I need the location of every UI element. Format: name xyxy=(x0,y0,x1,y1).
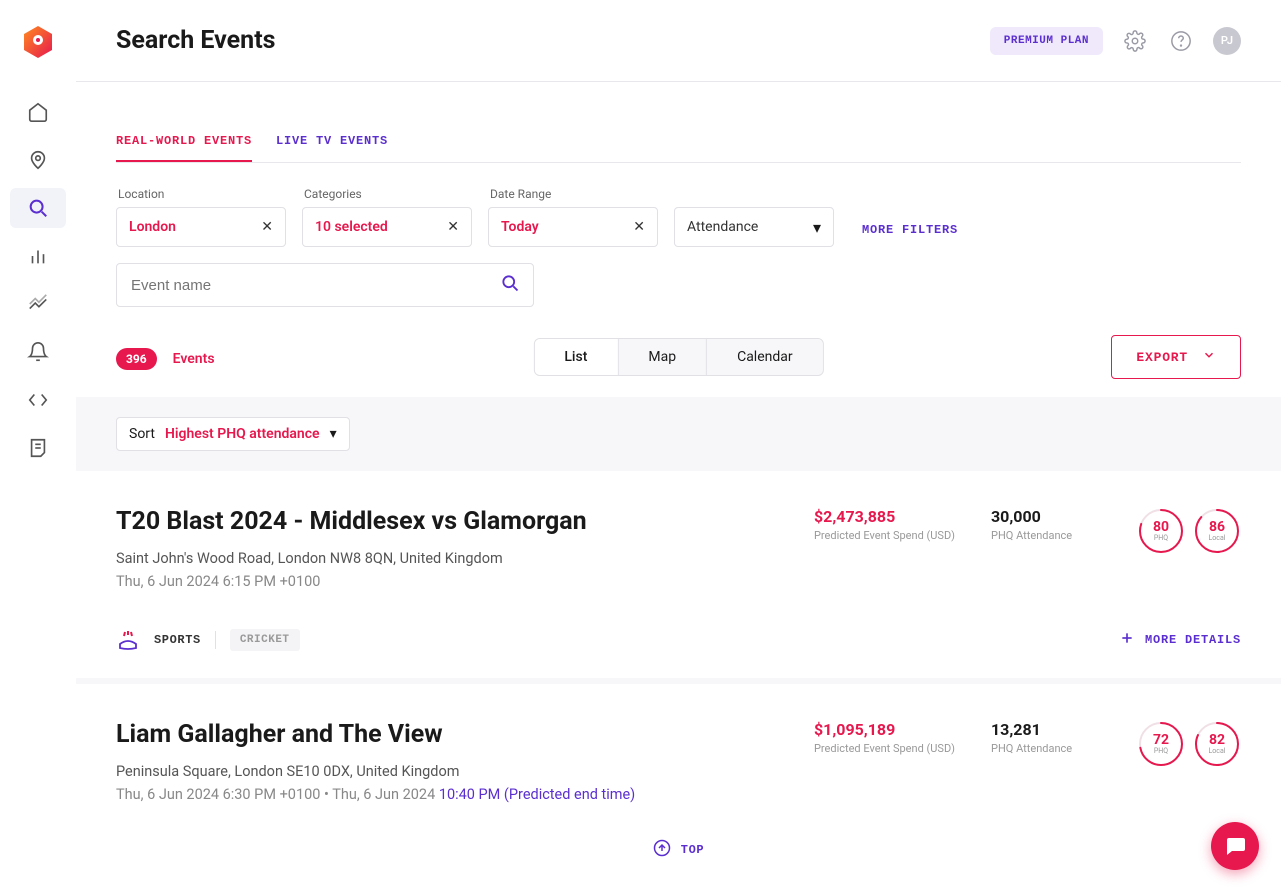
event-title[interactable]: T20 Blast 2024 - Middlesex vs Glamorgan xyxy=(116,507,814,536)
sidebar xyxy=(0,0,76,892)
chevron-down-icon: ▾ xyxy=(813,218,821,237)
view-calendar-button[interactable]: Calendar xyxy=(707,339,823,375)
topbar: Search Events PREMIUM PLAN PJ xyxy=(76,0,1281,82)
phq-attendance-label: PHQ Attendance xyxy=(991,741,1101,756)
local-ring: 86Local xyxy=(1193,507,1241,555)
phq-ring: 80PHQ xyxy=(1137,507,1185,555)
event-card: T20 Blast 2024 - Middlesex vs Glamorgan … xyxy=(76,471,1281,684)
event-time: Thu, 6 Jun 2024 6:15 PM +0100 xyxy=(116,573,814,590)
back-to-top-button[interactable]: TOP xyxy=(116,813,1241,887)
events-label: Events xyxy=(173,351,215,367)
chat-fab[interactable] xyxy=(1211,822,1259,870)
event-card: Liam Gallagher and The View Peninsula Sq… xyxy=(76,684,1281,813)
sort-select[interactable]: Sort Highest PHQ attendance ▾ xyxy=(116,417,350,451)
nav-code[interactable] xyxy=(10,380,66,420)
nav-notifications[interactable] xyxy=(10,332,66,372)
results-count-badge: 396 xyxy=(116,348,157,370)
export-button[interactable]: EXPORT xyxy=(1111,335,1241,379)
filter-daterange[interactable]: Today ✕ xyxy=(488,207,658,247)
page-title: Search Events xyxy=(116,26,276,55)
filter-categories[interactable]: 10 selected ✕ xyxy=(302,207,472,247)
settings-icon[interactable] xyxy=(1121,27,1149,55)
premium-badge[interactable]: PREMIUM PLAN xyxy=(990,27,1103,55)
view-map-button[interactable]: Map xyxy=(618,339,707,375)
close-icon[interactable]: ✕ xyxy=(261,219,273,235)
filter-categories-label: Categories xyxy=(302,187,472,201)
help-icon[interactable] xyxy=(1167,27,1195,55)
filter-location[interactable]: London ✕ xyxy=(116,207,286,247)
view-toggle: List Map Calendar xyxy=(533,338,823,376)
event-title[interactable]: Liam Gallagher and The View xyxy=(116,720,814,749)
event-time: Thu, 6 Jun 2024 6:30 PM +0100 • Thu, 6 J… xyxy=(116,786,814,803)
tab-real-world-events[interactable]: REAL-WORLD EVENTS xyxy=(116,122,252,162)
phq-attendance-value: 30,000 xyxy=(991,507,1101,526)
close-icon[interactable]: ✕ xyxy=(633,219,645,235)
view-list-button[interactable]: List xyxy=(534,339,618,375)
more-filters-button[interactable]: MORE FILTERS xyxy=(862,223,958,247)
nav-home[interactable] xyxy=(10,92,66,132)
predicted-spend-label: Predicted Event Spend (USD) xyxy=(814,741,955,756)
chevron-down-icon: ▾ xyxy=(330,426,337,442)
category-tag: CRICKET xyxy=(230,629,300,651)
nav-analytics[interactable] xyxy=(10,236,66,276)
tab-live-tv-events[interactable]: LIVE TV EVENTS xyxy=(276,122,388,162)
event-name-input[interactable] xyxy=(116,263,534,307)
predicted-spend-value: $1,095,189 xyxy=(814,720,955,739)
filter-location-label: Location xyxy=(116,187,286,201)
phq-attendance-label: PHQ Attendance xyxy=(991,528,1101,543)
nav-location[interactable] xyxy=(10,140,66,180)
local-ring: 82Local xyxy=(1193,720,1241,768)
predicted-spend-label: Predicted Event Spend (USD) xyxy=(814,528,955,543)
more-details-button[interactable]: MORE DETAILS xyxy=(1119,630,1241,650)
sports-icon xyxy=(116,628,140,652)
chevron-down-icon xyxy=(1202,348,1216,366)
category-main: SPORTS xyxy=(154,633,201,647)
close-icon[interactable]: ✕ xyxy=(447,219,459,235)
phq-attendance-value: 13,281 xyxy=(991,720,1101,739)
event-location: Saint John's Wood Road, London NW8 8QN, … xyxy=(116,550,814,567)
logo xyxy=(20,24,56,60)
nav-notes[interactable] xyxy=(10,428,66,468)
tabs: REAL-WORLD EVENTS LIVE TV EVENTS xyxy=(116,122,1241,163)
plus-icon xyxy=(1119,630,1135,650)
event-location: Peninsula Square, London SE10 0DX, Unite… xyxy=(116,763,814,780)
nav-trends[interactable] xyxy=(10,284,66,324)
arrow-up-circle-icon xyxy=(653,839,671,861)
filter-daterange-label: Date Range xyxy=(488,187,658,201)
filter-attendance[interactable]: Attendance ▾ xyxy=(674,207,834,247)
predicted-spend-value: $2,473,885 xyxy=(814,507,955,526)
nav-search[interactable] xyxy=(10,188,66,228)
avatar[interactable]: PJ xyxy=(1213,27,1241,55)
search-icon[interactable] xyxy=(500,273,520,297)
phq-ring: 72PHQ xyxy=(1137,720,1185,768)
